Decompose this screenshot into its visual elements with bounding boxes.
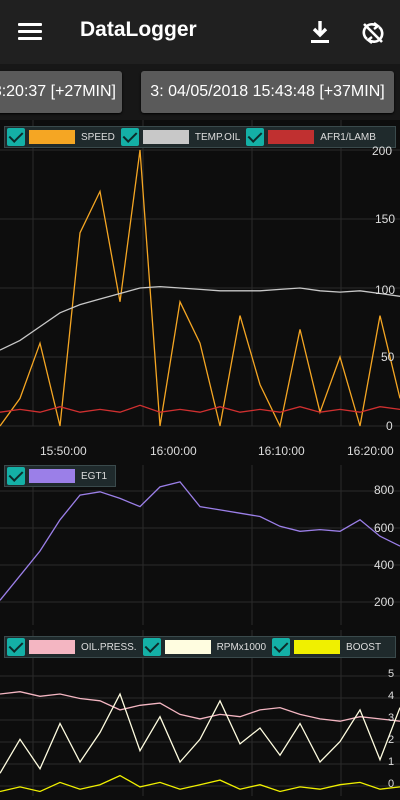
x-tick-label: 16:20:00 <box>347 444 394 458</box>
y-tick-label: 800 <box>374 483 395 497</box>
series-line-oil-press <box>0 691 400 722</box>
y-tick-label: 200 <box>374 595 395 609</box>
series-label-boost: BOOST <box>346 641 382 653</box>
app-title: DataLogger <box>80 18 197 41</box>
series-line-rpmx1000 <box>0 692 400 774</box>
session-chip-current[interactable]: 3: 04/05/2018 15:43:48 [+37MIN] <box>141 71 394 113</box>
chart-1-plot[interactable] <box>0 120 400 465</box>
chart-panel-1: SPEED TEMP.OIL AFR1/LAMB 15:50:00 16:00:… <box>0 120 400 465</box>
series-line-afr1-lamb <box>0 404 400 413</box>
series-label-temp-oil: TEMP.OIL <box>194 131 241 143</box>
series-swatch-temp-oil <box>142 130 189 144</box>
chart-2-legend: EGT1 <box>4 465 116 487</box>
chart-3-legend: OIL.PRESS. RPMx1000 BOOST <box>4 636 396 658</box>
y-tick-label: 600 <box>374 521 395 535</box>
series-checkbox-afr[interactable] <box>246 128 265 146</box>
chart-panel-2: EGT1 800 600 400 200 <box>0 465 400 630</box>
series-line-egt1 <box>0 481 400 601</box>
x-tick-label: 16:00:00 <box>150 444 197 458</box>
chart-panel-3: OIL.PRESS. RPMx1000 BOOST 5 4 3 2 1 0 <box>0 630 400 800</box>
y-tick-label: 2 <box>388 734 395 746</box>
y-tick-label: 50 <box>381 350 395 364</box>
series-checkbox-boost[interactable] <box>272 638 291 656</box>
series-line-boost <box>0 774 400 793</box>
series-label-oil-press: OIL.PRESS. <box>81 641 137 653</box>
series-swatch-boost <box>294 640 341 654</box>
y-tick-label: 5 <box>388 668 395 680</box>
app-bar: DataLogger <box>0 0 400 64</box>
series-line-temp-oil <box>0 285 400 351</box>
chart-2-plot[interactable] <box>0 465 400 630</box>
series-swatch-oil-press <box>29 640 75 654</box>
series-checkbox-egt1[interactable] <box>7 467 25 485</box>
chart-1-legend: SPEED TEMP.OIL AFR1/LAMB <box>4 126 396 148</box>
x-tick-label: 16:10:00 <box>258 444 305 458</box>
y-tick-label: 1 <box>388 756 395 768</box>
y-tick-label: 150 <box>375 212 396 226</box>
y-tick-label: 0 <box>388 778 395 790</box>
series-checkbox-speed[interactable] <box>7 128 25 146</box>
y-tick-label: 200 <box>372 144 393 158</box>
series-checkbox-temp-oil[interactable] <box>120 128 139 146</box>
series-checkbox-oil-press[interactable] <box>7 638 25 656</box>
series-label-afr: AFR1/LAMB <box>320 131 376 143</box>
series-label-rpm: RPMx1000 <box>216 641 267 653</box>
y-tick-label: 0 <box>386 419 393 433</box>
series-label-speed: SPEED <box>81 131 115 143</box>
y-tick-label: 100 <box>375 283 396 297</box>
x-tick-label: 15:50:00 <box>40 444 87 458</box>
menu-icon[interactable] <box>18 20 42 44</box>
y-tick-label: 400 <box>374 558 395 572</box>
series-label-egt1: EGT1 <box>81 470 108 482</box>
series-swatch-rpm <box>164 640 211 654</box>
series-swatch-afr <box>268 130 315 144</box>
download-icon[interactable] <box>306 18 334 46</box>
session-chip-previous[interactable]: 3:20:37 [+27MIN] <box>0 71 122 113</box>
session-selector: 3:20:37 [+27MIN] 3: 04/05/2018 15:43:48 … <box>0 64 400 120</box>
sync-disabled-icon[interactable] <box>360 20 386 46</box>
y-tick-label: 3 <box>388 712 395 724</box>
series-checkbox-rpm[interactable] <box>142 638 161 656</box>
series-swatch-speed <box>29 130 75 144</box>
y-tick-label: 4 <box>388 690 395 702</box>
series-swatch-egt1 <box>29 469 75 483</box>
